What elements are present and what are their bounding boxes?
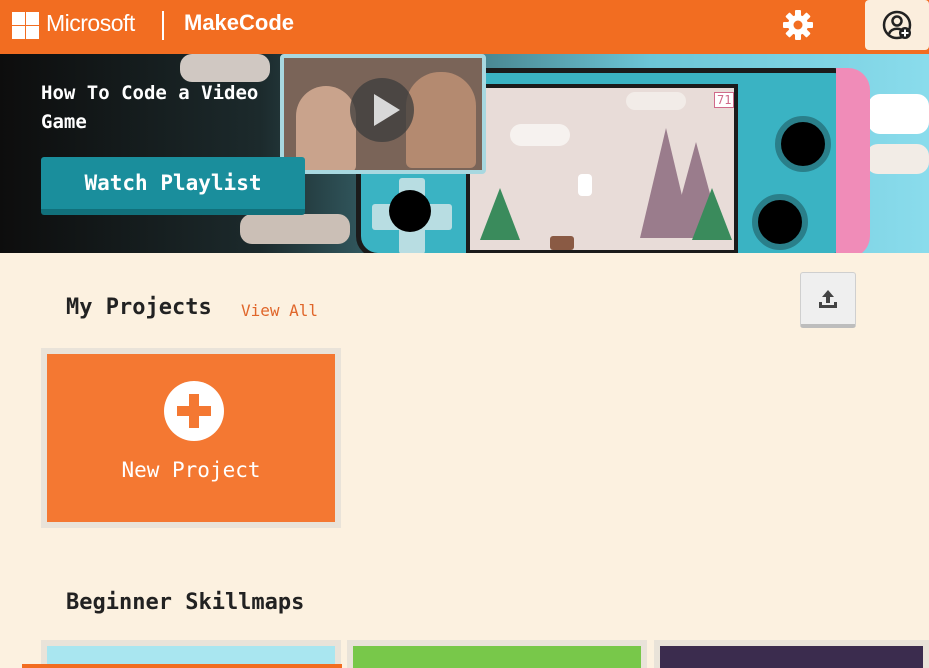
settings-button[interactable] bbox=[781, 8, 815, 42]
console-b-button bbox=[752, 194, 808, 250]
console-a-button bbox=[775, 116, 831, 172]
user-add-icon bbox=[882, 10, 912, 40]
skillmaps-heading: Beginner Skillmaps bbox=[66, 590, 305, 615]
cloud-decoration bbox=[868, 94, 929, 134]
microsoft-logo-icon bbox=[12, 12, 39, 39]
game-screen: 71 bbox=[466, 84, 738, 253]
scroll-indicator bbox=[22, 664, 342, 668]
account-button[interactable] bbox=[865, 0, 929, 50]
cloud-decoration bbox=[866, 144, 929, 174]
cloud-decoration bbox=[626, 92, 686, 110]
stump-sprite bbox=[550, 236, 574, 250]
brand-divider bbox=[162, 11, 164, 40]
makecode-brand[interactable]: MakeCode bbox=[184, 10, 294, 36]
video-thumbnail[interactable] bbox=[280, 54, 486, 174]
microsoft-brand: Microsoft bbox=[46, 10, 135, 36]
tree-decoration bbox=[692, 188, 732, 240]
score-counter: 71 bbox=[714, 92, 735, 108]
skillmap-thumbnail bbox=[660, 646, 923, 668]
new-project-label: New Project bbox=[121, 458, 261, 482]
view-all-link[interactable]: View All bbox=[241, 301, 318, 320]
cloud-decoration bbox=[240, 214, 350, 244]
top-bar: Microsoft MakeCode bbox=[0, 0, 929, 54]
watch-playlist-button[interactable]: Watch Playlist bbox=[41, 157, 305, 215]
console-side bbox=[836, 68, 870, 253]
dpad-center bbox=[389, 190, 431, 232]
skillmap-thumbnail bbox=[353, 646, 641, 668]
import-button[interactable] bbox=[800, 272, 856, 328]
skillmap-card[interactable] bbox=[347, 640, 647, 668]
person-illustration bbox=[406, 72, 476, 168]
new-project-card: New Project bbox=[41, 348, 341, 528]
cloud-decoration bbox=[180, 54, 270, 82]
plus-icon bbox=[164, 381, 224, 441]
upload-icon bbox=[819, 289, 837, 308]
hero-banner: 71 How To Code a Video Game Watch Playli… bbox=[0, 54, 929, 253]
hero-title: How To Code a Video Game bbox=[41, 82, 259, 133]
play-icon bbox=[374, 94, 400, 126]
skillmap-card[interactable] bbox=[654, 640, 929, 668]
person-illustration bbox=[296, 86, 356, 170]
new-project-button[interactable]: New Project bbox=[47, 354, 335, 522]
my-projects-heading: My Projects bbox=[66, 295, 212, 320]
cloud-decoration bbox=[510, 124, 570, 146]
bunny-sprite bbox=[578, 174, 592, 196]
gear-icon bbox=[783, 10, 813, 40]
tree-decoration bbox=[480, 188, 520, 240]
